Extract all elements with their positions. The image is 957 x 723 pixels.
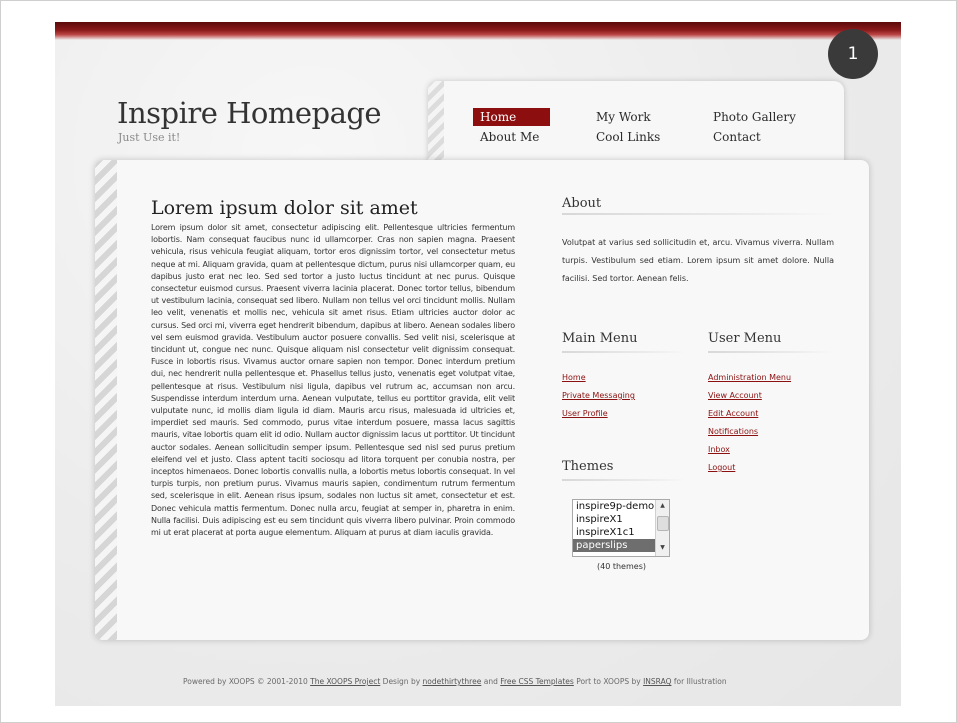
nav-home[interactable]: Home [473, 108, 550, 126]
footer-text: and [481, 677, 501, 686]
user-menu-title: User Menu [708, 331, 782, 346]
main-menu-title: Main Menu [562, 331, 638, 346]
user-menu-logout[interactable]: Logout [708, 463, 735, 472]
nav-photo-gallery[interactable]: Photo Gallery [706, 109, 796, 125]
nav-decorative-stripe [428, 81, 444, 163]
footer-text: Powered by XOOPS © 2001-2010 [183, 677, 311, 686]
main-menu-divider [562, 351, 686, 353]
footer-text: Port to XOOPS by [573, 677, 644, 686]
theme-count: (40 themes) [597, 562, 646, 571]
scroll-down-icon[interactable]: ▼ [656, 542, 669, 554]
about-title: About [562, 196, 602, 211]
nav-contact[interactable]: Contact [706, 129, 761, 145]
footer-link-xoops[interactable]: The XOOPS Project [310, 677, 380, 686]
nav-cool-links[interactable]: Cool Links [589, 129, 660, 145]
user-menu-inbox[interactable]: Inbox [708, 445, 730, 454]
user-menu-notifications[interactable]: Notifications [708, 427, 758, 436]
theme-select-scrollbar[interactable]: ▲ ▼ [655, 500, 669, 556]
footer-text: for Illustration [671, 677, 727, 686]
scroll-thumb[interactable] [656, 516, 669, 531]
article-body: Lorem ipsum dolor sit amet, consectetur … [151, 223, 515, 538]
step-badge: 1 [828, 29, 878, 79]
nav-my-work[interactable]: My Work [589, 109, 651, 125]
content-decorative-stripe [95, 160, 117, 640]
user-menu-divider [708, 351, 832, 353]
footer-link-free-css-templates[interactable]: Free CSS Templates [500, 677, 574, 686]
site-slogan: Just Use it! [118, 131, 181, 144]
main-menu-home[interactable]: Home [562, 373, 586, 382]
footer: Powered by XOOPS © 2001-2010 The XOOPS P… [183, 677, 727, 686]
about-divider [562, 213, 834, 215]
about-text: Volutpat at varius sed sollicitudin et, … [562, 238, 834, 283]
main-menu-user-profile[interactable]: User Profile [562, 409, 608, 418]
footer-link-insraq[interactable]: INSRAQ [643, 677, 671, 686]
theme-select-listbox[interactable]: inspire9p-demo inspireX1 inspireX1c1 pap… [572, 499, 670, 557]
footer-text: Design by [380, 677, 423, 686]
article-title: Lorem ipsum dolor sit amet [151, 197, 418, 219]
scroll-up-icon[interactable]: ▲ [656, 500, 669, 512]
nav-about-me[interactable]: About Me [473, 129, 539, 145]
user-menu-view-account[interactable]: View Account [708, 391, 762, 400]
themes-divider [562, 479, 686, 481]
user-menu-administration[interactable]: Administration Menu [708, 373, 791, 382]
main-menu-private-messaging[interactable]: Private Messaging [562, 391, 635, 400]
user-menu-edit-account[interactable]: Edit Account [708, 409, 758, 418]
site-title[interactable]: Inspire Homepage [117, 96, 382, 130]
footer-link-nodethirtythree[interactable]: nodethirtythree [423, 677, 482, 686]
themes-title: Themes [562, 459, 614, 474]
header-red-band [55, 22, 901, 40]
